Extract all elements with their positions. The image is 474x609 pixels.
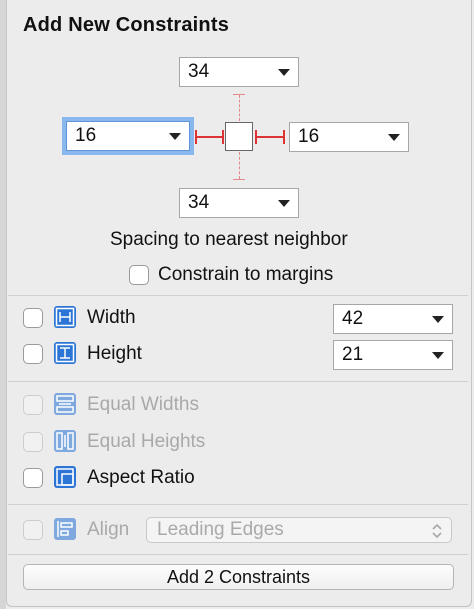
equal-widths-checkbox[interactable] xyxy=(23,395,43,415)
divider xyxy=(8,295,468,296)
bottom-spacing-value: 34 xyxy=(188,192,210,213)
height-label: Height xyxy=(87,343,142,364)
bottom-spacing-field[interactable]: 34 xyxy=(179,188,299,218)
aspect-ratio-icon xyxy=(54,466,76,488)
constrain-to-margins-checkbox[interactable] xyxy=(129,265,149,285)
width-icon xyxy=(54,306,76,328)
bottom-spacing-connector[interactable] xyxy=(239,152,240,179)
right-connector-cap xyxy=(283,130,285,144)
divider xyxy=(8,381,468,382)
top-spacing-value: 34 xyxy=(188,61,210,82)
bottom-connector-cap xyxy=(233,179,245,180)
width-value: 42 xyxy=(342,308,364,329)
popover-title: Add New Constraints xyxy=(23,14,230,36)
up-down-chevron-icon xyxy=(431,522,443,546)
equal-heights-checkbox[interactable] xyxy=(23,432,43,452)
width-checkbox[interactable] xyxy=(23,308,43,328)
chevron-down-icon[interactable] xyxy=(432,316,444,323)
add-constraints-button[interactable]: Add 2 Constraints xyxy=(23,564,454,590)
top-spacing-field[interactable]: 34 xyxy=(179,57,299,87)
right-spacing-connector[interactable] xyxy=(256,136,284,138)
chevron-down-icon[interactable] xyxy=(278,200,290,207)
aspect-ratio-label: Aspect Ratio xyxy=(87,467,195,488)
height-icon xyxy=(54,342,76,364)
equal-widths-label: Equal Widths xyxy=(87,394,199,415)
right-spacing-value: 16 xyxy=(298,126,320,147)
width-label: Width xyxy=(87,307,136,328)
spacing-caption: Spacing to nearest neighbor xyxy=(110,229,348,250)
height-value-field[interactable]: 21 xyxy=(333,340,453,370)
height-value: 21 xyxy=(342,344,364,365)
constrain-to-margins-label: Constrain to margins xyxy=(158,264,334,285)
chevron-down-icon[interactable] xyxy=(278,69,290,76)
view-placeholder-box xyxy=(225,122,253,151)
align-edges-selected: Leading Edges xyxy=(157,519,284,540)
aspect-ratio-checkbox[interactable] xyxy=(23,468,43,488)
right-spacing-field[interactable]: 16 xyxy=(289,122,409,152)
width-value-field[interactable]: 42 xyxy=(333,304,453,334)
equal-widths-icon xyxy=(54,393,76,415)
equal-heights-label: Equal Heights xyxy=(87,431,206,452)
top-spacing-connector[interactable] xyxy=(239,95,240,121)
align-icon xyxy=(54,518,76,540)
chevron-down-icon[interactable] xyxy=(388,134,400,141)
equal-heights-icon xyxy=(54,430,76,452)
chevron-down-icon[interactable] xyxy=(432,352,444,359)
left-spacing-field[interactable]: 16 xyxy=(62,117,194,155)
divider xyxy=(8,504,468,505)
left-spacing-connector[interactable] xyxy=(196,136,224,138)
align-label: Align xyxy=(87,519,130,540)
height-checkbox[interactable] xyxy=(23,344,43,364)
chevron-down-icon[interactable] xyxy=(169,133,181,140)
left-connector-cap xyxy=(222,130,224,144)
align-checkbox[interactable] xyxy=(23,520,43,540)
align-edges-popup[interactable]: Leading Edges xyxy=(146,517,452,543)
divider xyxy=(8,554,468,555)
left-spacing-value: 16 xyxy=(75,125,97,146)
